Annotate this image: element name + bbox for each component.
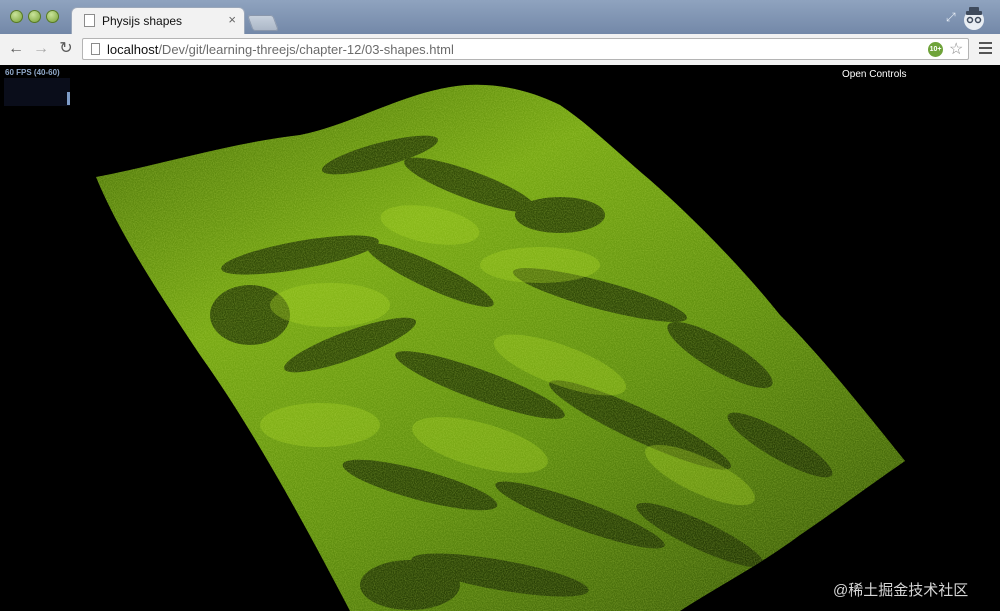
open-controls-button[interactable]: Open Controls: [842, 69, 906, 80]
zoom-window-icon[interactable]: [46, 10, 59, 23]
menu-icon[interactable]: [979, 42, 992, 55]
extension-badge-icon[interactable]: 10+: [928, 42, 943, 57]
incognito-icon: [964, 7, 984, 30]
tab-physijs-shapes[interactable]: Physijs shapes ×: [72, 8, 244, 35]
fps-graph-bar: [67, 92, 70, 105]
fps-graph: [4, 78, 70, 106]
minimize-window-icon[interactable]: [28, 10, 41, 23]
address-bar[interactable]: localhost/Dev/git/learning-threejs/chapt…: [82, 38, 969, 60]
webgl-viewport[interactable]: 60 FPS (40-60) Open Controls @稀土掘金技术社区: [0, 65, 1000, 611]
watermark: @稀土掘金技术社区: [833, 582, 969, 599]
fps-counter: 60 FPS (40-60): [5, 68, 60, 77]
back-button[interactable]: ←: [5, 38, 27, 60]
forward-button[interactable]: →: [30, 38, 52, 60]
close-window-icon[interactable]: [10, 10, 23, 23]
reload-button[interactable]: ↻: [55, 38, 77, 60]
tab-close-icon[interactable]: ×: [228, 12, 236, 27]
page-icon: [91, 43, 100, 55]
url-text[interactable]: localhost/Dev/git/learning-threejs/chapt…: [107, 42, 454, 57]
fullscreen-icon[interactable]: ⤢: [946, 10, 956, 25]
bookmark-star-icon[interactable]: ☆: [949, 39, 963, 59]
tab-title: Physijs shapes: [102, 14, 183, 28]
page-icon: [84, 14, 95, 27]
browser-toolbar: ← → ↻ localhost/Dev/git/learning-threejs…: [0, 34, 1000, 66]
url-host: localhost: [107, 42, 159, 57]
new-tab-icon[interactable]: [247, 15, 279, 31]
title-bar: Physijs shapes × ⤢: [0, 0, 1000, 35]
terrain-heightmap[interactable]: [0, 65, 1000, 611]
url-path: /Dev/git/learning-threejs/chapter-12/03-…: [158, 42, 454, 57]
